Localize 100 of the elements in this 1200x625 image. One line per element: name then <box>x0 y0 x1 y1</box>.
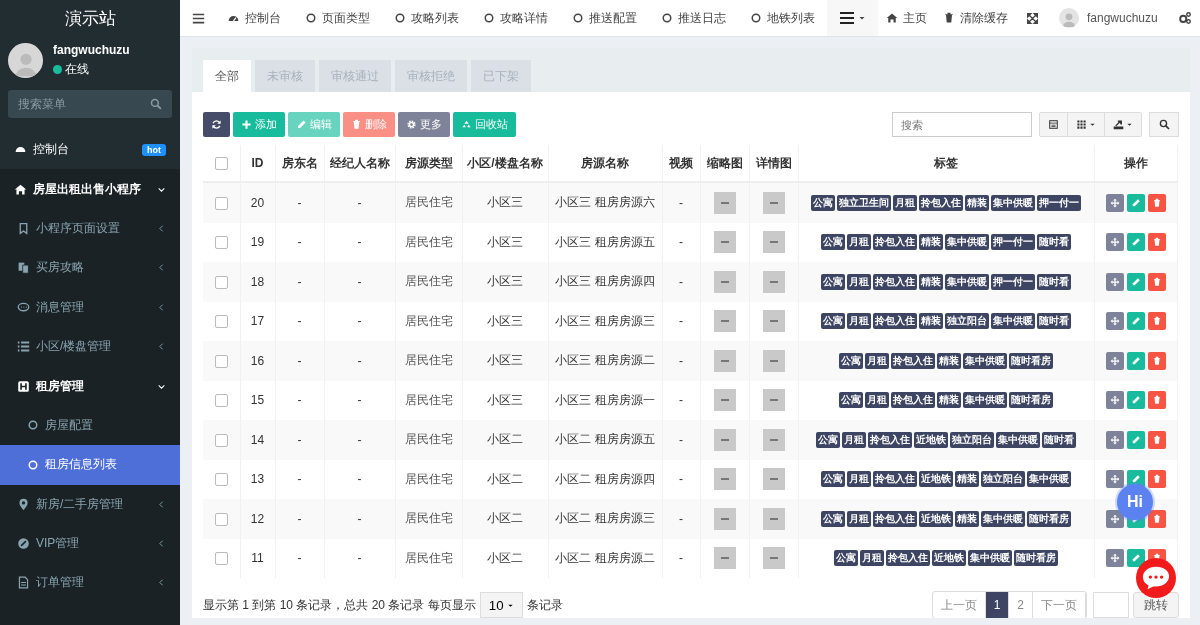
table-cell: 居民住宅 <box>404 550 453 565</box>
tag: 押一付一 <box>991 234 1035 251</box>
nav-tab[interactable]: 攻略列表 <box>382 9 471 27</box>
table-cell: 小区三 租房房源二 <box>555 353 655 368</box>
table-cell: - <box>297 393 302 408</box>
tag: 拎包入住 <box>868 431 912 448</box>
page-button[interactable]: 下一页 <box>1033 592 1086 618</box>
tag: 精装 <box>965 194 989 211</box>
tag: 公寓 <box>839 392 863 409</box>
table-cell: 12 <box>250 511 265 526</box>
nav-tab[interactable]: 推送日志 <box>649 9 738 27</box>
nav-link[interactable]: 清除缓存 <box>935 9 1016 27</box>
tag: 独立卫生间 <box>837 194 891 211</box>
nav-link[interactable]: 主页 <box>878 9 935 27</box>
tag: 集中供暖 <box>991 313 1035 330</box>
table-cell: 居民住宅 <box>404 471 453 486</box>
table-cell: - <box>357 472 362 487</box>
table-cell: 小区二 <box>487 550 523 565</box>
sidebar-item[interactable]: 控制台 hot <box>0 130 180 170</box>
sidebar-item[interactable]: 租房管理 <box>0 366 180 406</box>
table-cell: - <box>357 195 362 210</box>
sidebar-item[interactable]: 新房/二手房管理 <box>0 484 180 524</box>
column-header: 操作 <box>1094 145 1177 182</box>
table-cell: 小区二 <box>487 471 523 486</box>
sidebar-item[interactable]: VIP管理 <box>0 523 180 564</box>
page-button[interactable]: 1 <box>985 592 1010 618</box>
tag: 独立阳台 <box>981 471 1025 488</box>
table-cell: 小区二 租房房源三 <box>555 511 655 526</box>
tag: 随时看房 <box>1009 352 1053 369</box>
table-cell: 18 <box>250 274 265 289</box>
tag: 拎包入住 <box>873 234 917 251</box>
tag: 随时看房 <box>1009 392 1053 409</box>
tag: 近地铁 <box>919 471 953 488</box>
more-button[interactable]: 更多 <box>398 112 450 137</box>
table-cell: - <box>679 551 683 566</box>
table-cell: 小区三 租房房源一 <box>555 392 655 407</box>
sidebar-item[interactable]: 消息管理 <box>0 287 180 327</box>
page-button[interactable]: 上一页 <box>932 592 986 618</box>
nav-tab[interactable]: 攻略详情 <box>471 9 560 27</box>
table-cell: - <box>297 353 302 368</box>
table-cell: - <box>357 274 362 289</box>
nav-tab[interactable]: 控制台 <box>215 9 293 27</box>
table-cell: - <box>357 235 362 250</box>
table-cell: - <box>679 235 683 250</box>
tag: 拎包入住 <box>873 510 917 527</box>
nav-tab[interactable]: 页面类型 <box>293 9 382 27</box>
tag: 月租 <box>893 194 917 211</box>
sidebar-item[interactable]: 订单管理 <box>0 563 180 603</box>
filter-tab[interactable]: 全部 <box>203 60 251 92</box>
table-cell: - <box>297 472 302 487</box>
table-cell: 19 <box>250 235 265 250</box>
records-summary: 显示第 1 到第 10 条记录，总共 20 条记录 每页显示 <box>203 596 476 614</box>
nav-tab[interactable]: 推送配置 <box>560 9 649 27</box>
tag: 精装 <box>919 273 943 290</box>
table-cell: 居民住宅 <box>404 234 453 249</box>
table-cell: 15 <box>250 393 265 408</box>
table-cell: 小区二 <box>487 432 523 447</box>
tag: 近地铁 <box>932 550 966 567</box>
tag: 集中供暖 <box>991 194 1035 211</box>
table-cell: - <box>297 511 302 526</box>
tag: 公寓 <box>811 194 835 211</box>
table-cell: 小区三 <box>487 392 523 407</box>
tag: 随时看房 <box>1014 550 1058 567</box>
table-cell: - <box>679 393 683 408</box>
sidebar-item[interactable]: 房屋出租出售小程序 <box>0 169 180 209</box>
table-cell: - <box>357 353 362 368</box>
table-cell: - <box>679 432 683 447</box>
table-cell: 小区二 租房房源四 <box>555 471 655 486</box>
sidebar-item[interactable]: 租房信息列表 <box>0 445 180 485</box>
sidebar-item[interactable]: 小程序页面设置 <box>0 208 180 249</box>
page-size-select[interactable]: 10 <box>479 592 523 618</box>
tag: 月租 <box>865 392 889 409</box>
nav-tab[interactable]: 地铁列表 <box>738 9 827 27</box>
tag: 随时看 <box>1037 273 1071 290</box>
search-field[interactable]: 搜索菜单 <box>8 90 172 118</box>
table-cell: 居民住宅 <box>404 392 453 407</box>
tag: 精装 <box>955 471 979 488</box>
table-cell: - <box>357 393 362 408</box>
sidebar-item[interactable]: 小区/楼盘管理 <box>0 326 180 367</box>
tag: 拎包入住 <box>873 313 917 330</box>
tag: 公寓 <box>821 234 845 251</box>
sidebar-item[interactable]: 房屋配置 <box>0 405 180 446</box>
page-button[interactable]: 2 <box>1009 592 1033 618</box>
tag: 近地铁 <box>919 510 953 527</box>
table-cell: 20 <box>250 195 265 210</box>
tag: 月租 <box>847 471 871 488</box>
table-cell: - <box>679 511 683 526</box>
sidebar-item[interactable]: 买房攻略 <box>0 248 180 288</box>
table-cell: 小区三 <box>487 234 523 249</box>
records-label: 条记录 <box>526 596 563 614</box>
tag: 精装 <box>955 510 979 527</box>
jump-button[interactable]: 跳转 <box>1133 592 1179 618</box>
tag: 公寓 <box>821 471 845 488</box>
tag: 拎包入住 <box>873 471 917 488</box>
table-cell: 小区三 租房房源三 <box>555 313 655 328</box>
table-cell: 16 <box>250 353 265 368</box>
tag: 拎包入住 <box>886 550 930 567</box>
table-cell: 小区三 <box>487 195 523 210</box>
user-menu[interactable]: fangwuchuzu <box>1049 8 1168 28</box>
search-field[interactable]: 搜索 <box>892 112 1032 137</box>
